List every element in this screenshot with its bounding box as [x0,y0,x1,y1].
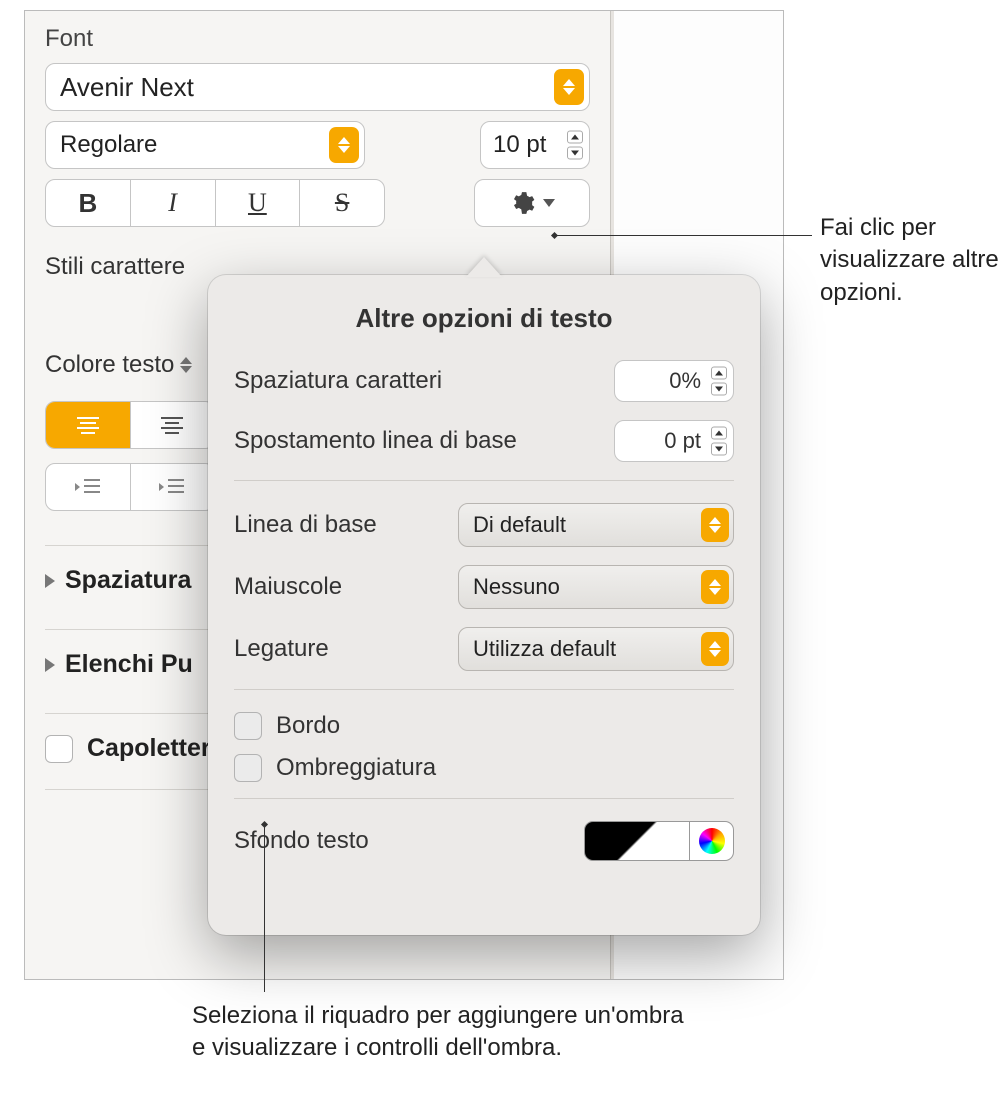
char-spacing-value: 0% [627,368,701,394]
italic-button[interactable]: I [131,180,216,226]
disclosure-triangle-icon [45,574,55,588]
char-spacing-row: Spaziatura caratteri 0% [234,360,734,402]
color-swatch[interactable] [584,821,690,861]
font-family-value: Avenir Next [60,72,194,103]
stepper-buttons[interactable] [567,131,583,160]
text-bg-label: Sfondo testo [234,827,369,855]
align-center-icon [161,417,183,434]
increase-indent-button[interactable] [131,464,215,510]
stepper-buttons[interactable] [711,367,727,396]
font-style-value: Regolare [60,131,157,159]
disclosure-triangle-icon [45,658,55,672]
shadow-label: Ombreggiatura [276,754,436,782]
font-section-label: Font [45,25,590,53]
ligatures-label: Legature [234,635,329,663]
callout-leader-line [264,822,265,992]
baseline-shift-label: Spostamento linea di base [234,427,517,455]
callout-leader-line [552,235,812,236]
color-wheel-icon [699,828,725,854]
char-spacing-stepper[interactable]: 0% [614,360,734,402]
chevron-up-down-icon [329,127,359,163]
indent-segmented [45,463,215,511]
char-spacing-label: Spaziatura caratteri [234,367,442,395]
stepper-buttons[interactable] [711,427,727,456]
outline-label: Bordo [276,712,340,740]
chevron-down-icon [543,199,555,207]
align-left-icon [77,417,99,434]
text-bg-row: Sfondo testo [234,821,734,861]
underline-button[interactable]: U [216,180,301,226]
dropcap-checkbox[interactable] [45,735,73,763]
outdent-icon [74,477,102,497]
baseline-shift-row: Spostamento linea di base 0 pt [234,420,734,462]
chevron-up-down-icon [701,632,729,666]
callout-advanced-options: Fai clic per visualizzare altre opzioni. [820,212,1000,309]
color-picker-button[interactable] [690,821,734,861]
baseline-shift-stepper[interactable]: 0 pt [614,420,734,462]
chevron-up-down-icon [554,69,584,105]
chevron-up-icon [180,357,192,364]
font-size-value: 10 pt [493,131,546,159]
baseline-shift-value: 0 pt [627,428,701,454]
ligatures-select[interactable]: Utilizza default [458,627,734,671]
outline-checkbox[interactable] [234,712,262,740]
chevron-up-down-icon [701,508,729,542]
shadow-check-row: Ombreggiatura [234,754,734,782]
text-bg-color-well [584,821,734,861]
ligatures-row: Legature Utilizza default [234,627,734,671]
gear-icon [509,190,535,216]
baseline-value: Di default [473,512,566,538]
baseline-select[interactable]: Di default [458,503,734,547]
outline-check-row: Bordo [234,712,734,740]
chevron-up-down-icon [701,570,729,604]
chevron-down-icon [180,366,192,373]
spacing-label: Spaziatura [65,566,191,595]
caps-value: Nessuno [473,574,560,600]
font-size-stepper[interactable]: 10 pt [480,121,590,169]
text-color-label: Colore testo [45,351,174,379]
text-style-segmented: B I U S [45,179,385,227]
ligatures-value: Utilizza default [473,636,616,662]
alignment-segmented [45,401,215,449]
caps-row: Maiuscole Nessuno [234,565,734,609]
advanced-options-button[interactable] [474,179,590,227]
caps-select[interactable]: Nessuno [458,565,734,609]
baseline-label: Linea di base [234,511,377,539]
strikethrough-button[interactable]: S [300,180,384,226]
font-style-select[interactable]: Regolare [45,121,365,169]
font-family-select[interactable]: Avenir Next [45,63,590,111]
indent-icon [158,477,186,497]
align-left-button[interactable] [46,402,131,448]
popover-title: Altre opzioni di testo [234,303,734,334]
decrease-indent-button[interactable] [46,464,131,510]
lists-label: Elenchi Pu [65,650,193,679]
bold-button[interactable]: B [46,180,131,226]
dropcap-label: Capoletter [87,734,211,763]
advanced-text-options-popover: Altre opzioni di testo Spaziatura caratt… [208,275,760,935]
shadow-checkbox[interactable] [234,754,262,782]
caps-label: Maiuscole [234,573,342,601]
baseline-row: Linea di base Di default [234,503,734,547]
align-center-button[interactable] [131,402,215,448]
callout-shadow-checkbox: Seleziona il riquadro per aggiungere un'… [192,1000,692,1065]
